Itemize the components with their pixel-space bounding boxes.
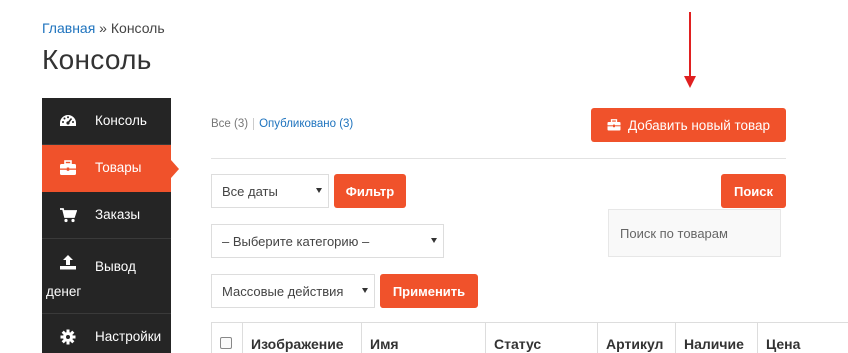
column-header-stock[interactable]: Наличие bbox=[675, 323, 757, 353]
sidebar-item-label: Консоль bbox=[95, 113, 147, 128]
column-header-price[interactable]: Цена bbox=[757, 323, 848, 353]
breadcrumb: Главная » Консоль bbox=[42, 20, 165, 36]
add-product-label: Добавить новый товар bbox=[627, 117, 771, 133]
bulk-actions-select[interactable]: Массовые действия bbox=[211, 274, 375, 308]
sidebar-item-label: Настройки bbox=[95, 329, 162, 344]
breadcrumb-home-link[interactable]: Главная bbox=[42, 20, 95, 36]
column-header-status[interactable]: Статус bbox=[485, 323, 597, 353]
bulk-actions-value: Массовые действия bbox=[222, 283, 344, 299]
briefcase-icon bbox=[607, 119, 621, 131]
column-header-image[interactable]: Изображение bbox=[242, 323, 361, 353]
sidebar: Консоль Товары Заказы Вывод денег Настро… bbox=[42, 98, 179, 353]
sidebar-item-label: Вывод денег bbox=[46, 259, 136, 299]
add-product-button[interactable]: Добавить новый товар bbox=[591, 108, 786, 142]
chevron-down-icon bbox=[316, 188, 322, 193]
filter-all-link[interactable]: Все (3) bbox=[211, 118, 248, 130]
apply-button[interactable]: Применить bbox=[380, 274, 478, 308]
select-all-cell bbox=[211, 323, 242, 353]
status-filter-links: Все (3) Опубликовано (3) bbox=[211, 118, 353, 130]
chevron-down-icon bbox=[431, 238, 437, 243]
dates-select[interactable]: Все даты bbox=[211, 174, 329, 208]
sidebar-item-products[interactable]: Товары bbox=[42, 145, 179, 192]
page-title: Консоль bbox=[42, 44, 152, 75]
chevron-down-icon bbox=[362, 288, 368, 293]
briefcase-icon bbox=[59, 160, 77, 176]
divider bbox=[211, 158, 786, 159]
gear-icon bbox=[59, 329, 77, 345]
products-table-header: Изображение Имя Статус Артикул Наличие Ц… bbox=[211, 322, 848, 353]
filter-separator bbox=[253, 118, 255, 130]
breadcrumb-separator: » bbox=[95, 20, 111, 36]
search-placeholder: Поиск по товарам bbox=[620, 225, 728, 241]
sidebar-item-label: Заказы bbox=[95, 207, 141, 222]
category-select[interactable]: – Выберите категорию – bbox=[211, 224, 444, 258]
filter-published-link[interactable]: Опубликовано (3) bbox=[259, 118, 353, 130]
select-all-checkbox[interactable] bbox=[220, 337, 232, 349]
dashboard-icon bbox=[59, 113, 77, 129]
sidebar-item-withdraw[interactable]: Вывод денег bbox=[42, 239, 171, 314]
sidebar-item-settings[interactable]: Настройки bbox=[42, 314, 171, 353]
breadcrumb-current: Консоль bbox=[110, 20, 165, 36]
column-header-name[interactable]: Имя bbox=[361, 323, 485, 353]
search-button[interactable]: Поиск bbox=[721, 174, 786, 208]
annotation-arrow-head bbox=[684, 76, 696, 88]
column-header-sku[interactable]: Артикул bbox=[597, 323, 675, 353]
sidebar-item-console[interactable]: Консоль bbox=[42, 98, 171, 145]
annotation-arrow-line bbox=[689, 12, 691, 78]
filter-button[interactable]: Фильтр bbox=[334, 174, 406, 208]
cart-icon bbox=[59, 207, 77, 223]
sidebar-item-orders[interactable]: Заказы bbox=[42, 192, 171, 239]
search-input[interactable]: Поиск по товарам bbox=[608, 209, 781, 257]
sidebar-item-label: Товары bbox=[95, 160, 142, 175]
dates-select-value: Все даты bbox=[222, 183, 278, 199]
category-select-value: – Выберите категорию – bbox=[222, 233, 370, 249]
